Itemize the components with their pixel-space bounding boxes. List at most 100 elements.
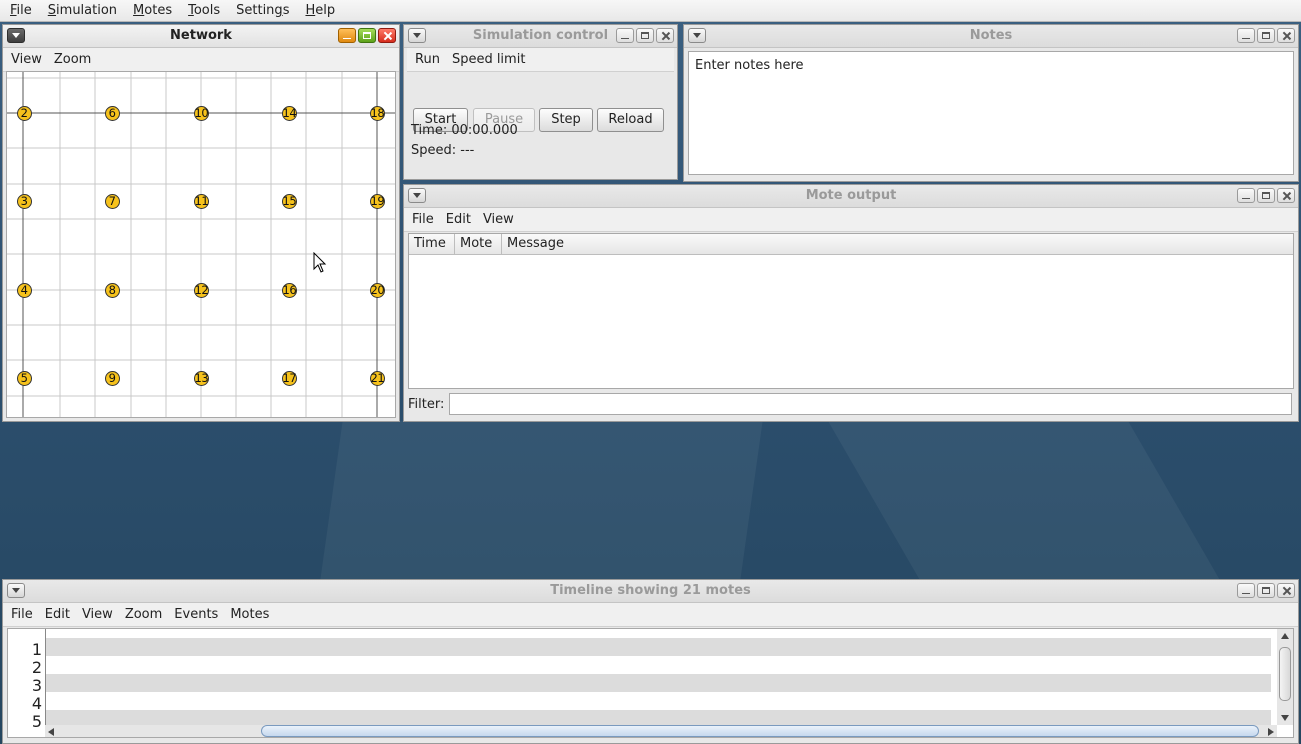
timeline-row-label: 3 bbox=[31, 676, 42, 695]
timeline-menubar: File Edit View Zoom Events Motes bbox=[3, 603, 1298, 627]
timeline-menu-edit[interactable]: Edit bbox=[37, 607, 74, 622]
timeline-menu-events[interactable]: Events bbox=[166, 607, 222, 622]
column-header-time[interactable]: Time bbox=[409, 234, 455, 254]
minimize-icon[interactable] bbox=[1237, 28, 1255, 43]
mote-output-titlebar[interactable]: Mote output bbox=[404, 185, 1298, 208]
scroll-left-icon[interactable] bbox=[48, 728, 54, 736]
menubar-item-2[interactable]: Motes bbox=[123, 0, 178, 21]
timeline-menu-file[interactable]: File bbox=[3, 607, 37, 622]
network-titlebar[interactable]: Network bbox=[3, 25, 399, 48]
network-canvas[interactable]: 2 6 10 14 18 3 7 11 15 19 4 8 12 16 20 5 9 13 17 21 bbox=[6, 71, 396, 418]
filter-input[interactable] bbox=[449, 393, 1292, 415]
maximize-icon[interactable] bbox=[358, 28, 376, 43]
notes-window: Notes Enter notes here bbox=[683, 24, 1299, 182]
mote-node[interactable]: 2 bbox=[16, 105, 32, 121]
mote-node[interactable]: 4 bbox=[16, 282, 32, 298]
mote-output-window: Mote output File Edit View Time Mote Mes… bbox=[403, 184, 1299, 422]
menubar-item-0[interactable]: File bbox=[0, 0, 38, 21]
minimize-icon[interactable] bbox=[1237, 583, 1255, 598]
network-menu-view[interactable]: View bbox=[3, 52, 46, 67]
close-icon[interactable] bbox=[1277, 28, 1295, 43]
close-icon[interactable] bbox=[378, 28, 396, 43]
minimize-icon[interactable] bbox=[338, 28, 356, 43]
horizontal-scroll-thumb[interactable] bbox=[261, 725, 1259, 737]
mote-node[interactable]: 3 bbox=[16, 193, 32, 209]
simulation-time-label: Time: 00:00.000 bbox=[411, 123, 518, 138]
column-header-mote[interactable]: Mote bbox=[455, 234, 502, 254]
timeline-horizontal-scrollbar[interactable] bbox=[45, 725, 1277, 737]
column-header-message[interactable]: Message bbox=[502, 234, 1293, 254]
network-menu-zoom[interactable]: Zoom bbox=[46, 52, 95, 67]
desktop-decoration bbox=[828, 421, 1232, 601]
mote-node[interactable]: 7 bbox=[104, 193, 120, 209]
simcontrol-menubar: Run Speed limit bbox=[407, 48, 674, 72]
scroll-up-icon[interactable] bbox=[1281, 633, 1289, 639]
mote-node[interactable]: 10 bbox=[193, 105, 209, 121]
timeline-menu-motes[interactable]: Motes bbox=[222, 607, 273, 622]
mote-node[interactable]: 19 bbox=[369, 193, 385, 209]
step-button[interactable]: Step bbox=[539, 108, 593, 132]
timeline-titlebar[interactable]: Timeline showing 21 motes bbox=[3, 580, 1298, 603]
timeline-row-label: 2 bbox=[31, 658, 42, 677]
mote-node[interactable]: 16 bbox=[281, 282, 297, 298]
scroll-right-icon[interactable] bbox=[1268, 728, 1274, 736]
scroll-down-icon[interactable] bbox=[1281, 715, 1289, 721]
timeline-title: Timeline showing 21 motes bbox=[550, 583, 751, 598]
mote-output-table[interactable]: Time Mote Message bbox=[408, 233, 1294, 389]
mote-node[interactable]: 12 bbox=[193, 282, 209, 298]
timeline-row[interactable] bbox=[46, 674, 1271, 692]
mote-node[interactable]: 18 bbox=[369, 105, 385, 121]
mote-node[interactable]: 8 bbox=[104, 282, 120, 298]
simulation-control-window: Simulation control Run Speed limit Start… bbox=[403, 24, 678, 180]
minimize-icon[interactable] bbox=[616, 28, 634, 43]
menubar-item-1[interactable]: Simulation bbox=[38, 0, 123, 21]
main-menubar: File Simulation Motes Tools Settings Help bbox=[0, 0, 1301, 22]
mote-node[interactable]: 9 bbox=[104, 370, 120, 386]
mote-node[interactable]: 5 bbox=[16, 370, 32, 386]
maximize-icon[interactable] bbox=[1257, 583, 1275, 598]
minimize-icon[interactable] bbox=[1237, 188, 1255, 203]
timeline-vertical-scrollbar[interactable] bbox=[1277, 629, 1293, 725]
mote-node[interactable]: 17 bbox=[281, 370, 297, 386]
mote-node[interactable]: 15 bbox=[281, 193, 297, 209]
mote-node[interactable]: 14 bbox=[281, 105, 297, 121]
mote-node[interactable]: 13 bbox=[193, 370, 209, 386]
notes-titlebar[interactable]: Notes bbox=[684, 25, 1298, 48]
simcontrol-menu-run[interactable]: Run bbox=[407, 52, 444, 67]
close-icon[interactable] bbox=[1277, 188, 1295, 203]
close-icon[interactable] bbox=[1277, 583, 1295, 598]
notes-title: Notes bbox=[969, 28, 1013, 43]
timeline-row[interactable] bbox=[46, 638, 1271, 656]
timeline-row-label: 5 bbox=[31, 712, 42, 731]
simulation-control-titlebar[interactable]: Simulation control bbox=[404, 25, 677, 48]
vertical-scroll-thumb[interactable] bbox=[1279, 647, 1291, 701]
mote-output-title: Mote output bbox=[805, 188, 897, 203]
maximize-icon[interactable] bbox=[1257, 188, 1275, 203]
mote-output-menu-edit[interactable]: Edit bbox=[438, 212, 475, 227]
maximize-icon[interactable] bbox=[636, 28, 654, 43]
mote-node[interactable]: 11 bbox=[193, 193, 209, 209]
close-icon[interactable] bbox=[656, 28, 674, 43]
notes-textarea[interactable]: Enter notes here bbox=[688, 51, 1294, 175]
mote-node[interactable]: 21 bbox=[369, 370, 385, 386]
maximize-icon[interactable] bbox=[1257, 28, 1275, 43]
mote-node[interactable]: 20 bbox=[369, 282, 385, 298]
filter-label: Filter: bbox=[408, 397, 445, 412]
timeline-panel[interactable]: 12345 bbox=[7, 628, 1294, 738]
mote-output-menu-view[interactable]: View bbox=[475, 212, 518, 227]
network-menubar: View Zoom bbox=[3, 48, 399, 72]
timeline-row-label: 4 bbox=[31, 694, 42, 713]
timeline-menu-zoom[interactable]: Zoom bbox=[117, 607, 166, 622]
mote-node[interactable]: 6 bbox=[104, 105, 120, 121]
menubar-item-3[interactable]: Tools bbox=[178, 0, 226, 21]
timeline-menu-view[interactable]: View bbox=[74, 607, 117, 622]
timeline-row[interactable] bbox=[46, 692, 1271, 710]
simcontrol-menu-speed-limit[interactable]: Speed limit bbox=[444, 52, 529, 67]
timeline-row[interactable] bbox=[46, 656, 1271, 674]
reload-button[interactable]: Reload bbox=[597, 108, 664, 132]
mote-output-menu-file[interactable]: File bbox=[404, 212, 438, 227]
timeline-window: Timeline showing 21 motes File Edit View… bbox=[2, 579, 1299, 744]
network-grid bbox=[7, 72, 395, 417]
menubar-item-4[interactable]: Settings bbox=[226, 0, 295, 21]
menubar-item-5[interactable]: Help bbox=[295, 0, 341, 21]
